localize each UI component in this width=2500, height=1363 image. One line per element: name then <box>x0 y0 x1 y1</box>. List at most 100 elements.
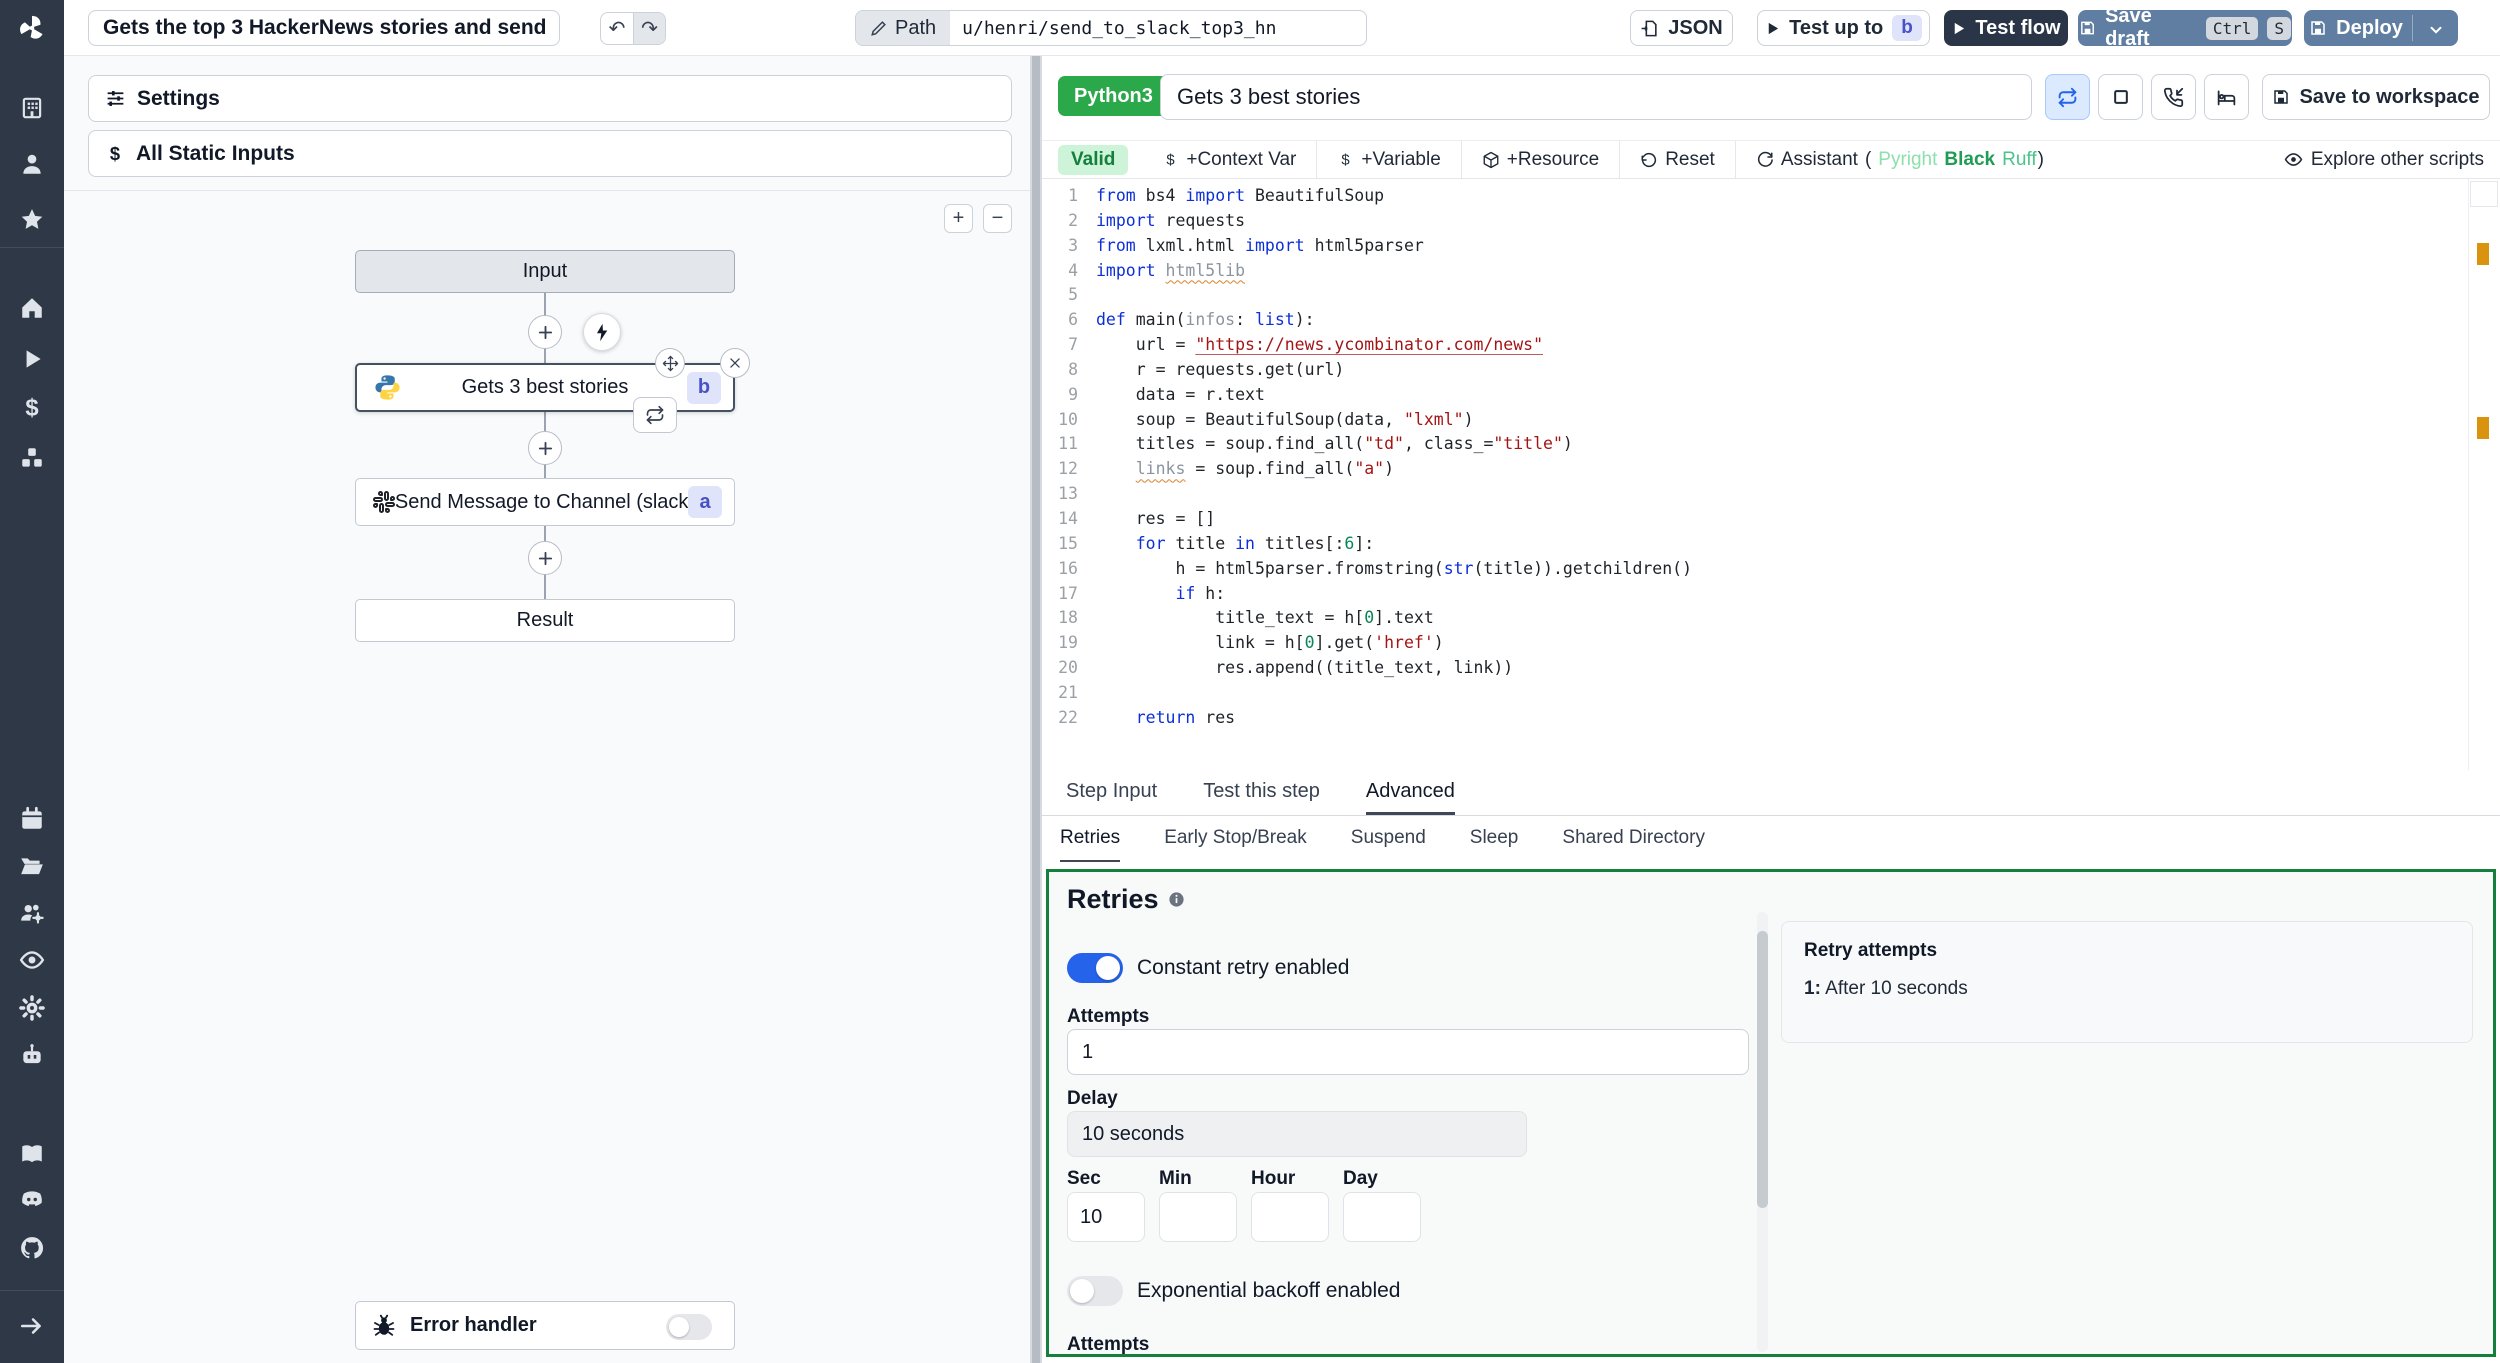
zoom-in-button[interactable]: + <box>944 204 973 233</box>
advanced-subtabs: Retries Early Stop/Break Suspend Sleep S… <box>1042 816 2500 862</box>
editor-toolbar-row: Valid $ +Context Var $ +Variable +Resour… <box>1042 140 2500 179</box>
retries-scrollbar-thumb[interactable] <box>1757 931 1768 1208</box>
overview-ruler <box>2468 179 2500 770</box>
move-step-button[interactable] <box>655 348 685 378</box>
min-input[interactable] <box>1159 1192 1237 1242</box>
exponential-backoff-label: Exponential backoff enabled <box>1137 1279 1401 1302</box>
hour-input[interactable] <box>1251 1192 1329 1242</box>
code-editor[interactable]: 1 from bs4 import BeautifulSoup 2 import re… <box>1042 179 2500 770</box>
code-area[interactable]: 1 from bs4 import BeautifulSoup 2 import re… <box>1042 184 2462 731</box>
add-variable-button[interactable]: $ +Variable <box>1317 149 1460 171</box>
assistant-black-label: Black <box>1944 148 1996 170</box>
star-icon[interactable] <box>19 207 45 233</box>
suspend-approval-button[interactable] <box>2151 74 2196 120</box>
runs-play-icon[interactable] <box>19 346 45 372</box>
all-static-inputs-button[interactable]: $ All Static Inputs <box>88 130 1012 177</box>
dollar-icon: $ <box>1342 152 1351 168</box>
collapse-arrow-right-icon[interactable] <box>19 1313 45 1339</box>
min-label: Min <box>1159 1168 1192 1189</box>
subtab-early-stop[interactable]: Early Stop/Break <box>1164 816 1307 862</box>
valid-badge: Valid <box>1058 144 1129 175</box>
flow-settings-button[interactable]: Settings <box>88 75 1012 122</box>
test-up-to-button[interactable]: Test up to b <box>1757 10 1930 46</box>
input-node[interactable]: Input <box>355 250 735 293</box>
info-icon[interactable] <box>1168 891 1185 908</box>
docs-book-icon[interactable] <box>19 1141 45 1167</box>
sec-input[interactable] <box>1067 1192 1145 1242</box>
flow-canvas[interactable]: Settings $ All Static Inputs + − Input G… <box>64 56 1030 1363</box>
zoom-out-button[interactable]: − <box>983 204 1012 233</box>
wrap-loop-button[interactable] <box>633 397 677 433</box>
test-flow-button[interactable]: Test flow <box>1944 10 2068 46</box>
plus-icon <box>538 441 552 455</box>
step-name-input[interactable] <box>1160 74 2032 120</box>
add-context-var-button[interactable]: $ +Context Var <box>1142 149 1316 171</box>
discord-icon[interactable] <box>19 1187 45 1213</box>
workspace-icon[interactable] <box>19 95 45 121</box>
add-resource-button[interactable]: +Resource <box>1462 149 1619 171</box>
settings-gear-icon[interactable] <box>19 995 45 1021</box>
panel-splitter[interactable] <box>1030 56 1042 1363</box>
groups-users-gear-icon[interactable] <box>19 900 45 926</box>
schedules-calendar-icon[interactable] <box>19 806 45 832</box>
tab-advanced[interactable]: Advanced <box>1365 770 1455 815</box>
subtab-retries[interactable]: Retries <box>1060 816 1121 862</box>
assistant-button[interactable]: Assistant ( Pyright Black Ruff ) <box>1736 149 2064 171</box>
workers-robot-icon[interactable] <box>19 1042 45 1068</box>
deploy-button[interactable]: Deploy <box>2304 10 2458 46</box>
audit-eye-icon[interactable] <box>19 947 45 973</box>
github-icon[interactable] <box>19 1235 45 1261</box>
add-step-button[interactable] <box>528 315 562 349</box>
attempts-input[interactable] <box>1067 1029 1749 1075</box>
error-handler-node[interactable]: Error handler <box>355 1301 735 1350</box>
user-icon[interactable] <box>19 151 45 177</box>
redo-button[interactable]: ↷ <box>632 13 665 44</box>
constant-retry-toggle[interactable] <box>1067 953 1123 983</box>
reset-button[interactable]: Reset <box>1620 149 1735 171</box>
file-export-icon <box>1641 20 1657 36</box>
add-step-button[interactable] <box>528 431 562 465</box>
step-a-node[interactable]: Send Message to Channel (slack) a <box>355 478 735 526</box>
trigger-bolt-button[interactable] <box>583 313 621 351</box>
windmill-logo[interactable] <box>0 0 64 56</box>
path-value[interactable]: u/henri/send_to_slack_top3_hn <box>950 11 1288 45</box>
lightning-icon <box>596 323 607 341</box>
sec-label: Sec <box>1067 1168 1101 1189</box>
undo-button[interactable]: ↶ <box>601 13 633 44</box>
error-handler-label: Error handler <box>410 1314 537 1336</box>
home-icon[interactable] <box>19 295 45 321</box>
save-draft-button[interactable]: Save draft Ctrl S <box>2078 5 2292 50</box>
hour-label: Hour <box>1251 1168 1296 1189</box>
flow-title-input[interactable] <box>88 10 560 46</box>
chevron-down-icon[interactable] <box>2427 21 2445 39</box>
save-to-workspace-button[interactable]: Save to workspace <box>2262 74 2490 120</box>
branch-button[interactable] <box>2098 74 2143 120</box>
path-field[interactable]: Path u/henri/send_to_slack_top3_hn <box>855 10 1367 46</box>
subtab-shared-directory[interactable]: Shared Directory <box>1562 816 1705 862</box>
retries-heading: Retries <box>1067 884 1185 915</box>
minimap-widget <box>2470 181 2498 207</box>
kbd-s: S <box>2267 16 2291 40</box>
folders-icon[interactable] <box>19 853 45 879</box>
explore-other-scripts-button[interactable]: Explore other scripts <box>2284 149 2484 171</box>
result-node[interactable]: Result <box>355 599 735 642</box>
paren: ( <box>1864 148 1872 170</box>
tab-step-input[interactable]: Step Input <box>1066 770 1157 815</box>
error-handler-toggle[interactable] <box>666 1314 712 1340</box>
day-input[interactable] <box>1343 1192 1421 1242</box>
resources-icon[interactable] <box>19 445 45 471</box>
variables-dollar-icon[interactable]: $ <box>19 395 45 421</box>
step-badge: b <box>1892 15 1922 41</box>
phone-incoming-icon <box>2163 87 2184 107</box>
sleep-button[interactable] <box>2204 74 2249 120</box>
delete-step-button[interactable] <box>720 348 750 378</box>
subtab-suspend[interactable]: Suspend <box>1351 816 1426 862</box>
exponential-backoff-toggle[interactable] <box>1067 1276 1123 1306</box>
step-b-title: Gets 3 best stories <box>461 376 629 398</box>
json-button[interactable]: JSON <box>1630 10 1733 46</box>
add-step-button[interactable] <box>528 541 562 575</box>
tab-test-this-step[interactable]: Test this step <box>1203 770 1320 815</box>
dollar-icon: $ <box>1167 152 1176 168</box>
loop-toggle-button[interactable] <box>2045 74 2090 120</box>
subtab-sleep[interactable]: Sleep <box>1470 816 1519 862</box>
